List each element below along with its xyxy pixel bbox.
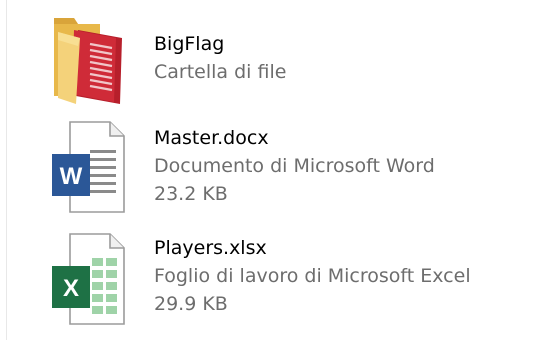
folder-icon (40, 4, 136, 104)
word-badge: W (60, 163, 83, 190)
list-item-players-xlsx[interactable]: X Players.xlsx Foglio di lavoro di Micro… (40, 230, 520, 330)
file-type: Documento di Microsoft Word (154, 155, 435, 177)
excel-badge: X (63, 275, 79, 302)
file-size: 29.9 KB (154, 293, 228, 315)
word-document-icon: W (40, 118, 136, 218)
excel-spreadsheet-icon: X (40, 230, 136, 330)
file-type: Foglio di lavoro di Microsoft Excel (154, 265, 471, 287)
file-name: BigFlag (154, 33, 225, 55)
file-name: Master.docx (154, 127, 269, 149)
list-item-master-docx[interactable]: W Master.docx Documento di Microsoft Wor… (40, 118, 520, 218)
file-name: Players.xlsx (154, 237, 267, 259)
file-type: Cartella di file (154, 61, 287, 83)
file-size: 23.2 KB (154, 183, 228, 205)
file-list: BigFlag Cartella di file W Master.docx D… (0, 0, 536, 340)
list-item-bigflag[interactable]: BigFlag Cartella di file (40, 4, 520, 104)
